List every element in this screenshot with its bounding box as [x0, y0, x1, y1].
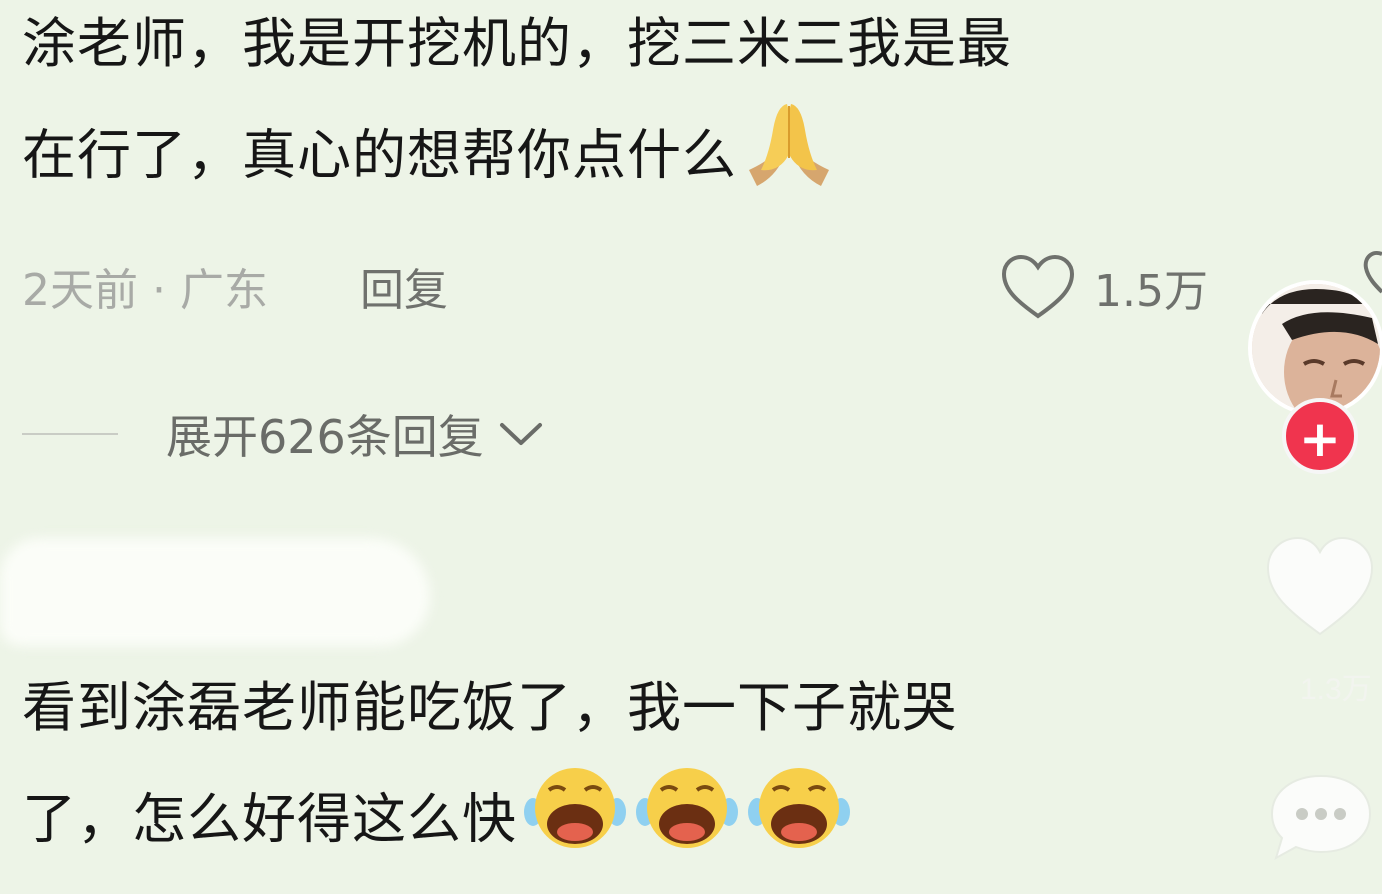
reply-button[interactable]: 回复: [360, 254, 448, 318]
follow-button[interactable]: +: [1282, 398, 1358, 474]
avatar[interactable]: [1248, 280, 1382, 416]
comment-1-like-button[interactable]: 1.5万: [1000, 254, 1208, 320]
expand-replies-row: 展开626条回复: [22, 398, 544, 470]
heart-outline-icon: [1001, 254, 1075, 319]
video-comment-button[interactable]: [1266, 770, 1376, 866]
divider-line: [22, 433, 118, 435]
comment-1-like-count: 1.5万: [1094, 266, 1208, 317]
comment-bubble-icon: [1270, 774, 1372, 861]
comment-2-text: 看到涂磊老师能吃饭了，我一下子就哭 了，怎么好得这么快: [22, 656, 957, 864]
video-like-count: 1.3万: [1300, 673, 1372, 706]
comment-1-line-2: 在行了，真心的想帮你点什么: [22, 96, 1012, 200]
crying-face-icon: [745, 760, 853, 886]
heart-filled-icon: [1266, 536, 1374, 636]
comment-2-line-1: 看到涂磊老师能吃饭了，我一下子就哭: [22, 676, 957, 739]
crying-face-icon: [633, 760, 741, 886]
comment-1-text: 涂老师，我是开挖机的，挖三米三我是最 在行了，真心的想帮你点什么: [22, 0, 1012, 200]
folded-hands-icon: [741, 96, 837, 222]
crying-face-icon: [521, 760, 629, 886]
comment-2-line-2: 了，怎么好得这么快: [22, 760, 957, 864]
expand-replies-button[interactable]: 展开626条回复: [166, 401, 544, 467]
video-like-button[interactable]: [1262, 534, 1378, 642]
comment-1-time-location: 2天前 · 广东: [22, 265, 268, 316]
comment-1-meta: 2天前 · 广东 回复 1.5万: [22, 250, 1272, 322]
chevron-down-icon: [499, 423, 542, 445]
comment-screen: 涂老师，我是开挖机的，挖三米三我是最 在行了，真心的想帮你点什么 2天前 · 广…: [0, 0, 1382, 894]
author-avatar-group: +: [1244, 276, 1382, 474]
comment-1-line-1: 涂老师，我是开挖机的，挖三米三我是最: [22, 12, 1012, 75]
blurred-username: [0, 538, 430, 646]
expand-replies-label: 展开626条回复: [166, 410, 484, 464]
